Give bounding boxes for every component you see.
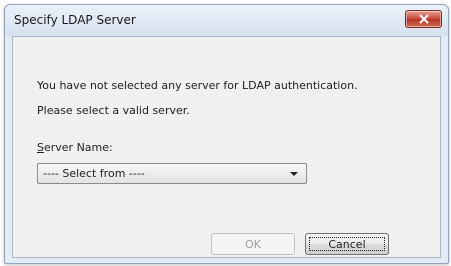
title-bar[interactable]: Specify LDAP Server	[5, 5, 448, 36]
server-name-label-text: erver Name:	[43, 141, 113, 154]
ldap-dialog-window: Specify LDAP Server You have not selecte…	[4, 4, 449, 264]
server-name-select[interactable]: ---- Select from ----	[37, 163, 307, 184]
server-name-label: Server Name:	[37, 141, 113, 154]
dialog-body: You have not selected any server for LDA…	[12, 36, 441, 258]
close-button[interactable]	[405, 10, 442, 28]
chevron-down-icon	[290, 172, 298, 176]
cancel-button[interactable]: Cancel	[305, 233, 389, 255]
cancel-button-label: Cancel	[328, 237, 366, 251]
message-line-2: Please select a valid server.	[37, 104, 190, 117]
close-icon	[419, 14, 428, 24]
ok-button[interactable]: OK	[211, 233, 295, 255]
server-name-accelerator: S	[37, 141, 44, 154]
message-line-1: You have not selected any server for LDA…	[37, 79, 358, 92]
server-name-selected-value: ---- Select from ----	[43, 167, 145, 180]
ok-button-label: OK	[245, 237, 261, 251]
window-title: Specify LDAP Server	[14, 13, 136, 27]
